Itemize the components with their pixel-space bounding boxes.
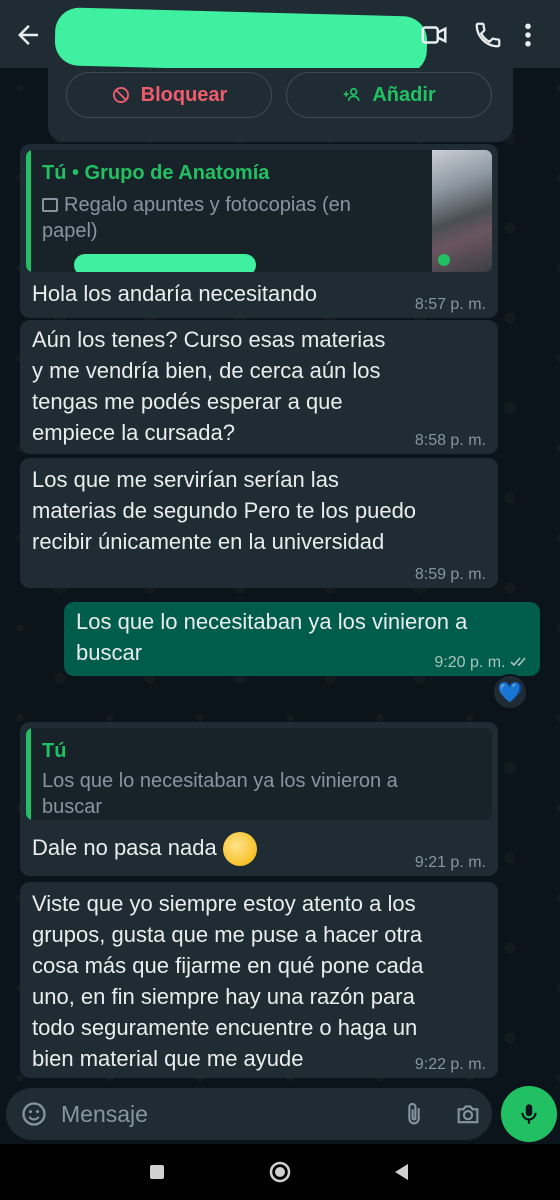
message-bubble[interactable]: Tú • Grupo de Anatomía Regalo apuntes y … xyxy=(20,144,498,318)
composer: Mensaje xyxy=(0,1086,560,1144)
message-line: buscar xyxy=(76,640,143,665)
add-label: Añadir xyxy=(372,83,436,106)
message-text: Hola los andaría necesitando xyxy=(32,281,317,306)
camera-icon[interactable] xyxy=(454,1100,482,1128)
block-button[interactable]: Bloquear xyxy=(66,72,272,118)
chat-header xyxy=(0,0,560,75)
quote-text-content: Regalo apuntes y fotocopias (en papel) xyxy=(42,194,351,242)
mic-icon xyxy=(521,1104,537,1124)
recent-apps-icon[interactable] xyxy=(145,1160,169,1184)
redacted-contact-name[interactable] xyxy=(54,7,428,75)
message-line: tengas me podés esperar a que xyxy=(32,389,343,414)
quote-line: buscar xyxy=(42,796,103,818)
quoted-message[interactable]: Tú • Grupo de Anatomía Regalo apuntes y … xyxy=(26,150,492,272)
quoted-image-thumbnail[interactable] xyxy=(432,150,492,272)
message-time: 9:20 p. m. xyxy=(434,654,530,672)
mic-button[interactable] xyxy=(501,1086,557,1142)
message-line: Viste que yo siempre estoy atento a los xyxy=(32,891,416,916)
message-time: 8:59 p. m. xyxy=(414,566,486,583)
message-text: Los que lo necesitaban ya los vinieron a… xyxy=(76,606,467,668)
message-time: 9:22 p. m. xyxy=(414,1056,486,1073)
message-text: Aún los tenes? Curso esas materias y me … xyxy=(32,324,385,448)
add-person-icon xyxy=(343,87,360,101)
add-contact-button[interactable]: Añadir xyxy=(286,72,492,118)
message-bubble[interactable]: Tú Los que lo necesitaban ya los viniero… xyxy=(20,722,498,876)
message-bubble[interactable]: Aún los tenes? Curso esas materias y me … xyxy=(20,320,498,454)
message-line: uno, en fin siempre hay una razón para xyxy=(32,984,415,1009)
redacted-text xyxy=(74,254,256,272)
quote-line: Los que lo necesitaban ya los vinieron a xyxy=(42,770,398,792)
message-bubble[interactable]: Los que me servirían serían las materias… xyxy=(20,458,498,588)
message-line: todo seguramente encuentre o haga un xyxy=(32,1015,418,1040)
chat-area[interactable]: Bloquear Añadir Tú • Grupo de Anatomía R… xyxy=(0,68,560,1086)
block-icon xyxy=(112,87,129,103)
message-line: Los que me servirían serían las xyxy=(32,467,339,492)
message-line: y me vendría bien, de cerca aún los xyxy=(32,358,381,383)
reaction-badge[interactable]: 💙 xyxy=(492,674,528,710)
message-line: recibir únicamente en la universidad xyxy=(32,529,385,554)
quote-bar xyxy=(26,728,31,820)
quoted-message[interactable]: Tú Los que lo necesitaban ya los viniero… xyxy=(26,728,492,820)
block-label: Bloquear xyxy=(140,83,228,106)
back-nav-icon[interactable] xyxy=(390,1160,414,1184)
message-text: Los que me servirían serían las materias… xyxy=(32,464,416,557)
message-line: empiece la cursada? xyxy=(32,420,236,445)
more-vert-icon[interactable] xyxy=(518,20,538,50)
message-text: Viste que yo siempre estoy atento a los … xyxy=(32,888,423,1074)
video-call-icon[interactable] xyxy=(418,20,450,50)
message-time-text: 9:20 p. m. xyxy=(434,654,506,671)
message-input[interactable]: Mensaje xyxy=(6,1088,492,1140)
message-time: 8:57 p. m. xyxy=(414,296,486,313)
message-time: 9:21 p. m. xyxy=(414,854,486,871)
message-line: grupos, gusta que me puse a hacer otra xyxy=(32,922,423,947)
message-line: materias de segundo Pero te los puedo xyxy=(32,498,417,523)
unknown-contact-actions: Bloquear Añadir xyxy=(48,68,513,142)
message-text-content: Dale no pasa nada xyxy=(32,835,217,860)
message-line: cosa más que fijarme en qué pone cada xyxy=(32,953,424,978)
message-line: Los que lo necesitaban ya los vinieron a xyxy=(76,609,468,634)
message-placeholder: Mensaje xyxy=(61,1101,148,1127)
home-icon[interactable] xyxy=(268,1160,292,1184)
quote-text: Los que lo necesitaban ya los vinieron a… xyxy=(42,768,398,820)
quote-bar xyxy=(26,150,31,272)
quote-author: Tú xyxy=(42,740,67,762)
image-icon xyxy=(42,198,58,212)
message-time: 8:58 p. m. xyxy=(414,432,486,449)
message-text: Dale no pasa nada xyxy=(32,832,257,867)
system-nav-bar xyxy=(0,1144,560,1200)
attach-icon[interactable] xyxy=(400,1100,428,1128)
read-ticks-icon xyxy=(510,657,526,667)
message-bubble[interactable]: Viste que yo siempre estoy atento a los … xyxy=(20,882,498,1078)
message-line: bien material que me ayude xyxy=(32,1046,304,1071)
reaction-emoji: 💙 xyxy=(497,681,523,704)
crying-face-emoji xyxy=(222,832,257,867)
phone-icon[interactable] xyxy=(472,20,504,50)
message-line: Aún los tenes? Curso esas materias xyxy=(32,327,386,352)
quote-author: Tú • Grupo de Anatomía xyxy=(42,162,270,184)
quote-text: Regalo apuntes y fotocopias (en papel) xyxy=(42,192,402,244)
sticker-icon[interactable] xyxy=(20,1100,48,1128)
message-bubble-outgoing[interactable]: Los que lo necesitaban ya los vinieron a… xyxy=(64,602,540,676)
back-arrow-icon[interactable] xyxy=(12,20,44,50)
online-dot xyxy=(438,254,450,266)
